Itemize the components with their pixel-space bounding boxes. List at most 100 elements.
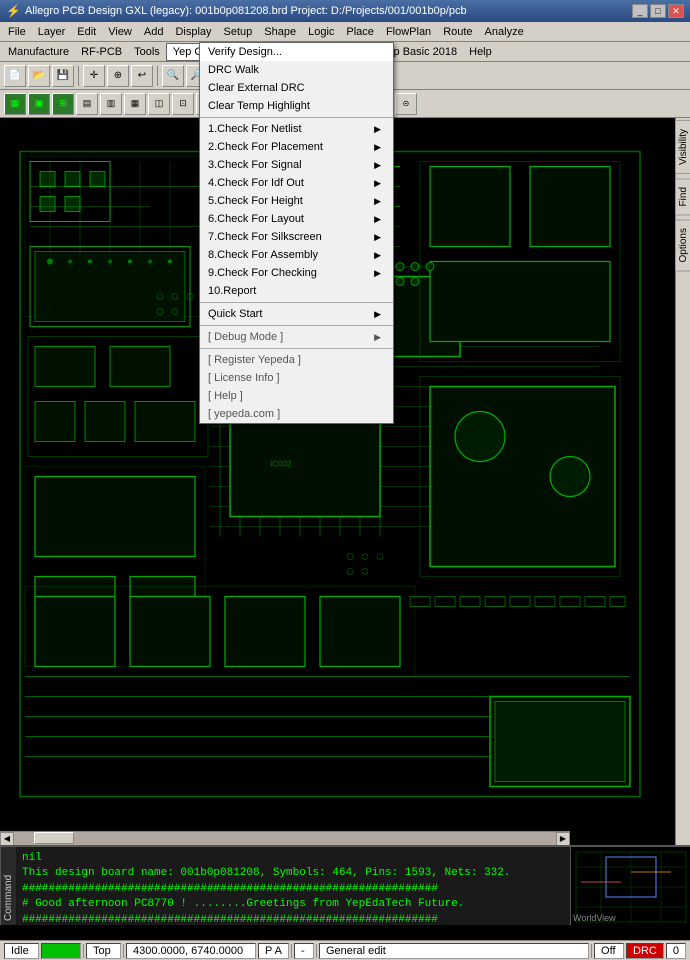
toolbar-route-6[interactable]: ▦: [124, 93, 146, 115]
command-output: nilThis design board name: 001b0p081208,…: [16, 847, 570, 925]
toolbar-copy[interactable]: ⊕: [107, 65, 129, 87]
menu-item-add[interactable]: Add: [138, 24, 170, 40]
dropdown-item-debug-mode[interactable]: [ Debug Mode ]▶: [200, 328, 393, 346]
scroll-right-arrow[interactable]: ▶: [556, 832, 570, 846]
toolbar-layer-8[interactable]: ⊝: [395, 93, 417, 115]
dropdown-item-check-signal[interactable]: 3.Check For Signal ▶: [200, 156, 393, 174]
dropdown-arrow-check-height: ▶: [374, 196, 381, 207]
status-coord-suffix: P A: [258, 943, 289, 959]
scroll-left-arrow[interactable]: ◀: [0, 832, 14, 846]
dropdown-item-label-register-yepeda: [ Register Yepeda ]: [208, 354, 301, 366]
status-drc: DRC: [626, 943, 664, 959]
dropdown-arrow-debug-mode: ▶: [374, 332, 381, 343]
dropdown-item-check-assembly[interactable]: 8.Check For Assembly▶: [200, 246, 393, 264]
status-sep-2: [123, 944, 124, 958]
dropdown-item-drc-walk[interactable]: DRC Walk: [200, 61, 393, 79]
dropdown-item-clear-temp-highlight[interactable]: Clear Temp Highlight: [200, 97, 393, 115]
dropdown-item-quick-start[interactable]: Quick Start▶: [200, 305, 393, 323]
toolbar-new[interactable]: 📄: [4, 65, 26, 87]
menu-item-manufacture[interactable]: Manufacture: [2, 44, 75, 60]
dropdown-item-check-checking[interactable]: 9.Check For Checking▶: [200, 264, 393, 282]
toolbar-separator-1: [78, 66, 79, 86]
menu-item-view[interactable]: View: [102, 24, 138, 40]
dropdown-item-help-item[interactable]: [ Help ]: [200, 387, 393, 405]
dropdown-item-check-idf[interactable]: 4.Check For Idf Out▶: [200, 174, 393, 192]
menu-item-route[interactable]: Route: [437, 24, 478, 40]
dropdown-item-label-check-layout: 6.Check For Layout: [208, 213, 304, 225]
tab-options[interactable]: Options: [675, 219, 690, 271]
command-label: Command: [0, 847, 16, 925]
toolbar-separator-2: [157, 66, 158, 86]
status-counter: 0: [666, 943, 686, 959]
menu-item-file[interactable]: File: [2, 24, 32, 40]
status-sep-5: [591, 944, 592, 958]
statusbar: Idle Top 4300.0000, 6740.0000 P A - Gene…: [0, 940, 690, 960]
tab-visibility[interactable]: Visibility: [675, 120, 690, 174]
tab-find[interactable]: Find: [675, 178, 690, 215]
maximize-button[interactable]: □: [650, 4, 666, 18]
dropdown-item-check-height[interactable]: 5.Check For Height ▶: [200, 192, 393, 210]
menubar: FileLayerEditViewAddDisplaySetupShapeLog…: [0, 22, 690, 42]
scroll-track-horizontal[interactable]: [14, 832, 556, 846]
dropdown-item-label-check-silkscreen: 7.Check For Silkscreen: [208, 231, 322, 243]
menu-item-rf-pcb[interactable]: RF-PCB: [75, 44, 128, 60]
dropdown-arrow-check-idf: ▶: [374, 178, 381, 189]
toolbar-route-8[interactable]: ⊡: [172, 93, 194, 115]
dropdown-item-label-check-signal: 3.Check For Signal: [208, 159, 302, 171]
status-dash: -: [294, 943, 314, 959]
toolbar-open[interactable]: 📂: [28, 65, 50, 87]
toolbar-undo[interactable]: ↩: [131, 65, 153, 87]
menu-item-layer[interactable]: Layer: [32, 24, 72, 40]
menu-item-display[interactable]: Display: [169, 24, 217, 40]
dropdown-item-label-verify-design: Verify Design...: [208, 46, 282, 58]
dropdown-item-label-check-netlist: 1.Check For Netlist: [208, 123, 302, 135]
menu-item-place[interactable]: Place: [340, 24, 380, 40]
menu-item-shape[interactable]: Shape: [258, 24, 302, 40]
toolbar-route-7[interactable]: ◫: [148, 93, 170, 115]
dropdown-item-yepeda-com[interactable]: [ yepeda.com ]: [200, 405, 393, 423]
command-line: # Good afternoon PC8770 ! ........Greeti…: [22, 897, 564, 912]
dropdown-item-check-netlist[interactable]: 1.Check For Netlist ▶: [200, 120, 393, 138]
toolbar-route-1[interactable]: ▦: [4, 93, 26, 115]
dropdown-item-check-placement[interactable]: 2.Check For Placement▶: [200, 138, 393, 156]
titlebar: ⚡ Allegro PCB Design GXL (legacy): 001b0…: [0, 0, 690, 22]
toolbar-route-3[interactable]: ⊞: [52, 93, 74, 115]
dropdown-item-license-info[interactable]: [ License Info ]: [200, 369, 393, 387]
toolbar-zoom-in[interactable]: 🔍: [162, 65, 184, 87]
dropdown-separator-sep3: [200, 325, 393, 326]
status-sep-3: [291, 944, 292, 958]
menu-item-setup[interactable]: Setup: [218, 24, 259, 40]
dropdown-arrow-check-netlist: ▶: [374, 124, 381, 135]
scroll-thumb-horizontal[interactable]: [34, 832, 74, 844]
menu-item-tools[interactable]: Tools: [128, 44, 166, 60]
worldview-label: WorldView: [573, 913, 616, 923]
toolbar-move[interactable]: ✛: [83, 65, 105, 87]
horizontal-scrollbar[interactable]: ◀ ▶: [0, 831, 570, 845]
status-coords: 4300.0000, 6740.0000: [126, 943, 256, 959]
toolbar-save[interactable]: 💾: [52, 65, 74, 87]
dropdown-item-register-yepeda[interactable]: [ Register Yepeda ]: [200, 351, 393, 369]
command-line: ########################################…: [22, 882, 564, 897]
dropdown-arrow-check-signal: ▶: [374, 160, 381, 171]
menu-item-flowplan[interactable]: FlowPlan: [380, 24, 437, 40]
dropdown-item-verify-design[interactable]: Verify Design...: [200, 43, 393, 61]
dropdown-item-clear-external-drc[interactable]: Clear External DRC: [200, 79, 393, 97]
toolbar-route-4[interactable]: ▤: [76, 93, 98, 115]
minimize-button[interactable]: _: [632, 4, 648, 18]
dropdown-arrow-check-checking: ▶: [374, 268, 381, 279]
dropdown-item-label-yepeda-com: [ yepeda.com ]: [208, 408, 280, 420]
menu-item-logic[interactable]: Logic: [302, 24, 340, 40]
menu-item-help[interactable]: Help: [463, 44, 498, 60]
menu-item-analyze[interactable]: Analyze: [479, 24, 530, 40]
dropdown-item-check-layout[interactable]: 6.Check For Layout▶: [200, 210, 393, 228]
menu-item-edit[interactable]: Edit: [71, 24, 102, 40]
dropdown-item-check-silkscreen[interactable]: 7.Check For Silkscreen▶: [200, 228, 393, 246]
close-button[interactable]: ✕: [668, 4, 684, 18]
toolbar-route-2[interactable]: ▣: [28, 93, 50, 115]
toolbar-route-5[interactable]: ▥: [100, 93, 122, 115]
dropdown-item-label-report: 10.Report: [208, 285, 256, 297]
command-line: nil: [22, 851, 564, 866]
dropdown-item-label-check-height: 5.Check For Height: [208, 195, 303, 207]
dropdown-item-report[interactable]: 10.Report: [200, 282, 393, 300]
right-panel: Visibility Find Options: [675, 118, 690, 845]
